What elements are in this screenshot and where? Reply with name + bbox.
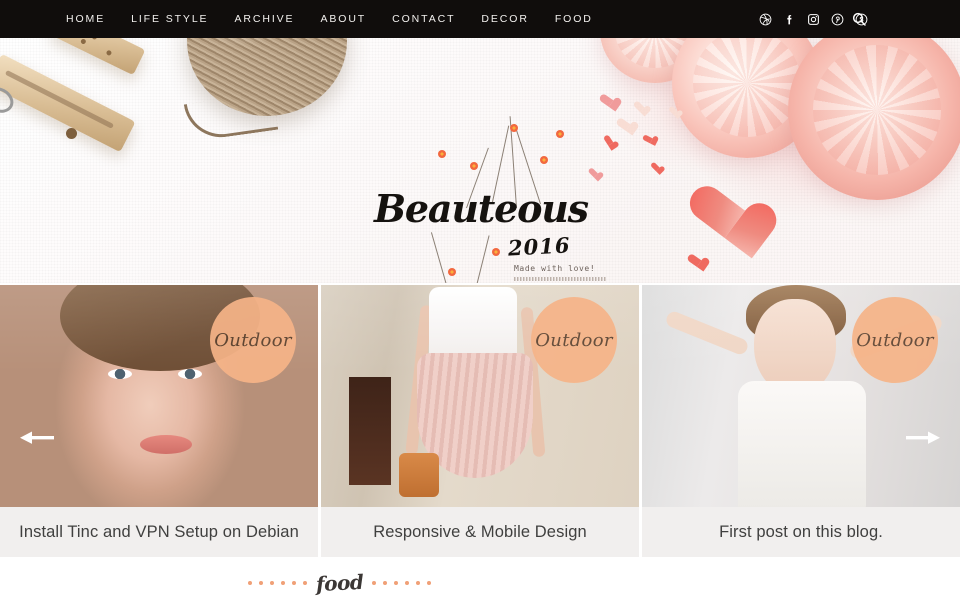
top-navigation-bar: HOME LIFE STYLE ARCHIVE ABOUT CONTACT DE… — [0, 0, 960, 38]
dots-right-decor — [372, 581, 432, 585]
clothespin-knob-decor — [66, 128, 77, 139]
food-heading: food — [248, 569, 432, 597]
nav-item-about[interactable]: ABOUT — [307, 0, 379, 38]
paper-heart-small-decor — [687, 253, 706, 272]
logo-wordmark: Beauteous — [374, 186, 589, 231]
food-heading-label: food — [315, 569, 364, 597]
arrow-right-icon[interactable] — [906, 431, 940, 445]
facebook-icon[interactable] — [782, 12, 796, 26]
card-category-label: Outdoor — [535, 329, 613, 351]
carousel-card-3[interactable]: Outdoor First post on this blog. — [642, 285, 960, 557]
confetti-heart-8 — [669, 107, 679, 117]
page-root: HOME LIFE STYLE ARCHIVE ABOUT CONTACT DE… — [0, 0, 960, 610]
dribbble-icon[interactable] — [758, 12, 772, 26]
card-image-fashion: Outdoor — [321, 285, 639, 507]
paper-heart-large-decor — [686, 182, 761, 257]
site-logo: Beauteous 2016 Made with love! — [374, 116, 614, 283]
nav-menu: HOME LIFE STYLE ARCHIVE ABOUT CONTACT DE… — [53, 0, 606, 38]
card-category-badge[interactable]: Outdoor — [210, 297, 296, 383]
footer-section: food About Me — [0, 557, 960, 610]
confetti-heart-2 — [616, 117, 635, 136]
card-title[interactable]: Responsive & Mobile Design — [321, 507, 639, 557]
confetti-heart-5 — [642, 133, 656, 147]
featured-posts-carousel: Outdoor Install Tinc and VPN Setup on De… — [0, 285, 960, 557]
arrow-left-icon[interactable] — [20, 431, 54, 445]
nav-item-life-style[interactable]: LIFE STYLE — [118, 0, 221, 38]
card-category-label: Outdoor — [214, 329, 292, 351]
nav-item-archive[interactable]: ARCHIVE — [221, 0, 307, 38]
card-category-badge[interactable]: Outdoor — [852, 297, 938, 383]
logo-tagline-rule — [514, 277, 606, 281]
nav-item-decor[interactable]: DECOR — [468, 0, 541, 38]
nav-item-contact[interactable]: CONTACT — [379, 0, 468, 38]
card-title[interactable]: First post on this blog. — [642, 507, 960, 557]
logo-year: 2016 — [507, 232, 572, 261]
card-image-portrait: Outdoor — [0, 285, 318, 507]
confetti-heart-1 — [599, 93, 618, 112]
pinterest-icon[interactable] — [830, 12, 844, 26]
hero-banner: Beauteous 2016 Made with love! — [0, 38, 960, 283]
search-icon[interactable] — [851, 11, 867, 27]
card-category-label: Outdoor — [856, 329, 934, 351]
confetti-heart-7 — [651, 163, 661, 173]
instagram-icon[interactable] — [806, 12, 820, 26]
nav-item-home[interactable]: HOME — [53, 0, 118, 38]
dots-left-decor — [248, 581, 307, 585]
confetti-heart-4 — [634, 102, 647, 115]
carousel-card-2[interactable]: Outdoor Responsive & Mobile Design — [321, 285, 639, 557]
nav-item-food[interactable]: FOOD — [542, 0, 606, 38]
carousel-card-1[interactable]: Outdoor Install Tinc and VPN Setup on De… — [0, 285, 318, 557]
logo-tagline: Made with love! — [514, 264, 596, 273]
card-title[interactable]: Install Tinc and VPN Setup on Debian — [0, 507, 318, 557]
card-category-badge[interactable]: Outdoor — [531, 297, 617, 383]
card-image-dancer: Outdoor — [642, 285, 960, 507]
